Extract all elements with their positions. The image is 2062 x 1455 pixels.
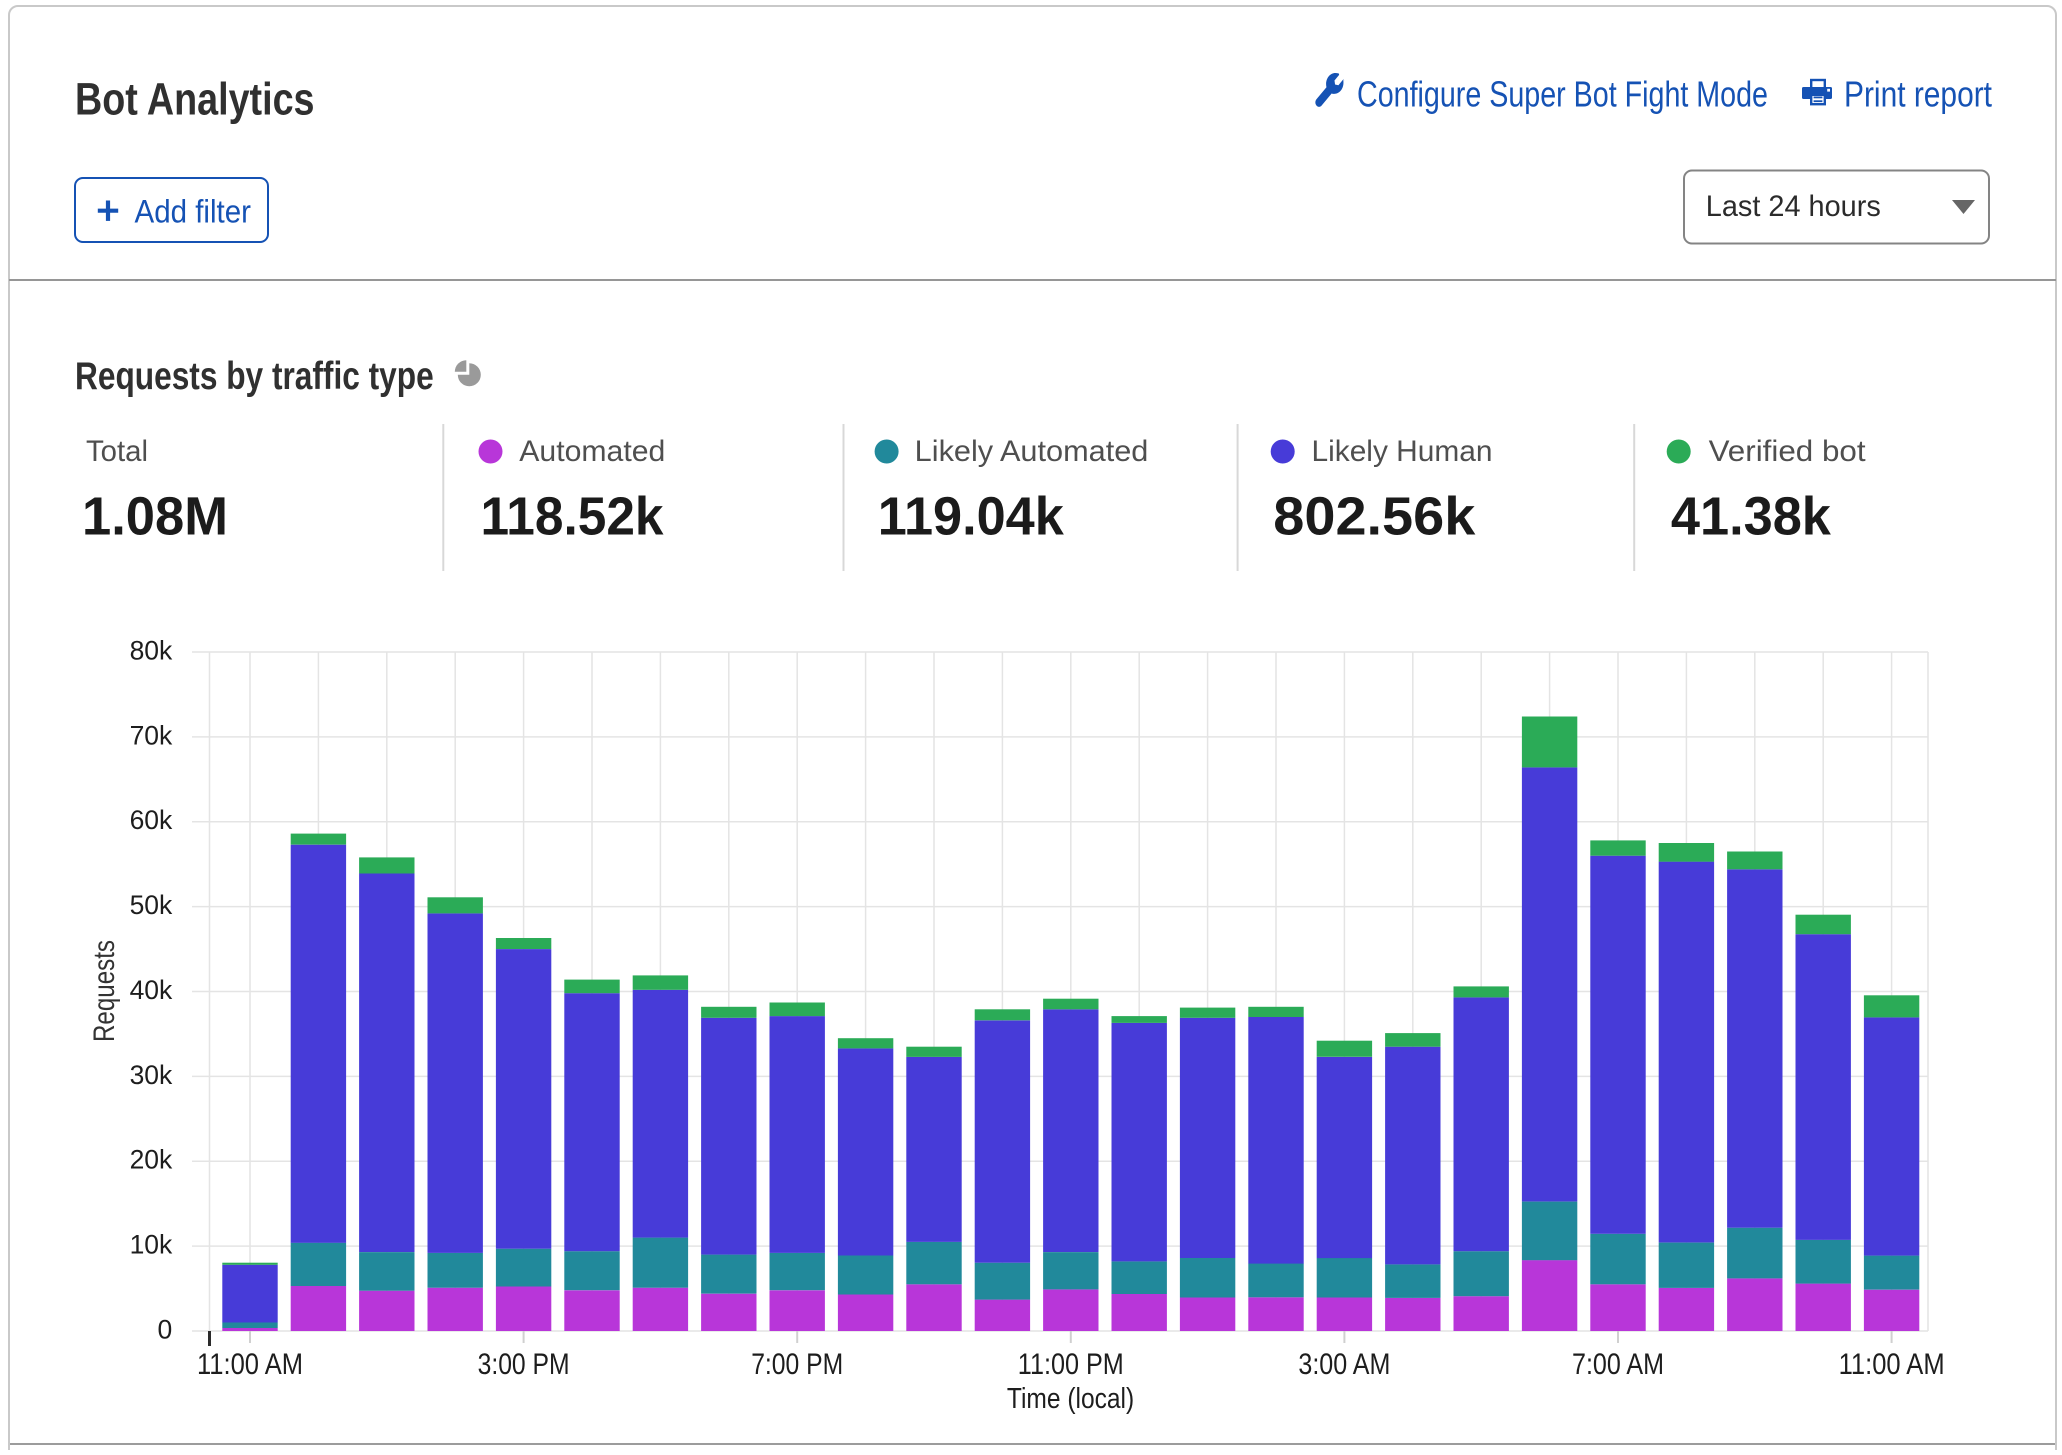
svg-text:11:00 AM: 11:00 AM [1839, 1348, 1945, 1381]
svg-text:0: 0 [158, 1314, 173, 1344]
svg-text:118.52k: 118.52k [481, 487, 665, 547]
svg-text:3:00 AM: 3:00 AM [1298, 1348, 1390, 1381]
svg-text:70k: 70k [130, 720, 173, 750]
svg-text:Likely Automated: Likely Automated [915, 435, 1149, 468]
svg-text:Total: Total [86, 435, 148, 468]
svg-text:Print report: Print report [1844, 74, 1992, 115]
svg-text:80k: 80k [130, 635, 173, 665]
svg-text:20k: 20k [130, 1145, 173, 1175]
svg-text:41.38k: 41.38k [1671, 487, 1832, 547]
svg-text:11:00 AM: 11:00 AM [197, 1348, 303, 1381]
svg-text:Requests by traffic type: Requests by traffic type [75, 355, 434, 398]
svg-text:Time (local): Time (local) [1007, 1383, 1134, 1415]
svg-text:Add filter: Add filter [135, 193, 252, 229]
svg-text:11:00 PM: 11:00 PM [1018, 1348, 1124, 1381]
svg-text:7:00 AM: 7:00 AM [1572, 1348, 1664, 1381]
svg-text:Verified bot: Verified bot [1709, 435, 1867, 468]
svg-text:7:00 PM: 7:00 PM [751, 1348, 843, 1381]
svg-text:Configure Super Bot Fight Mode: Configure Super Bot Fight Mode [1357, 74, 1768, 115]
svg-text:1.08M: 1.08M [82, 487, 228, 547]
svg-text:60k: 60k [130, 805, 173, 835]
svg-text:10k: 10k [130, 1230, 173, 1260]
svg-text:40k: 40k [130, 975, 173, 1005]
svg-text:30k: 30k [130, 1060, 173, 1090]
svg-text:50k: 50k [130, 890, 173, 920]
svg-text:3:00 PM: 3:00 PM [478, 1348, 570, 1381]
svg-text:119.04k: 119.04k [878, 487, 1065, 547]
svg-text:Likely Human: Likely Human [1312, 435, 1493, 468]
svg-text:Requests: Requests [88, 940, 121, 1042]
svg-text:Last 24 hours: Last 24 hours [1706, 190, 1881, 223]
svg-text:Automated: Automated [519, 435, 665, 468]
svg-text:Bot Analytics: Bot Analytics [75, 73, 315, 124]
svg-text:802.56k: 802.56k [1273, 487, 1476, 547]
